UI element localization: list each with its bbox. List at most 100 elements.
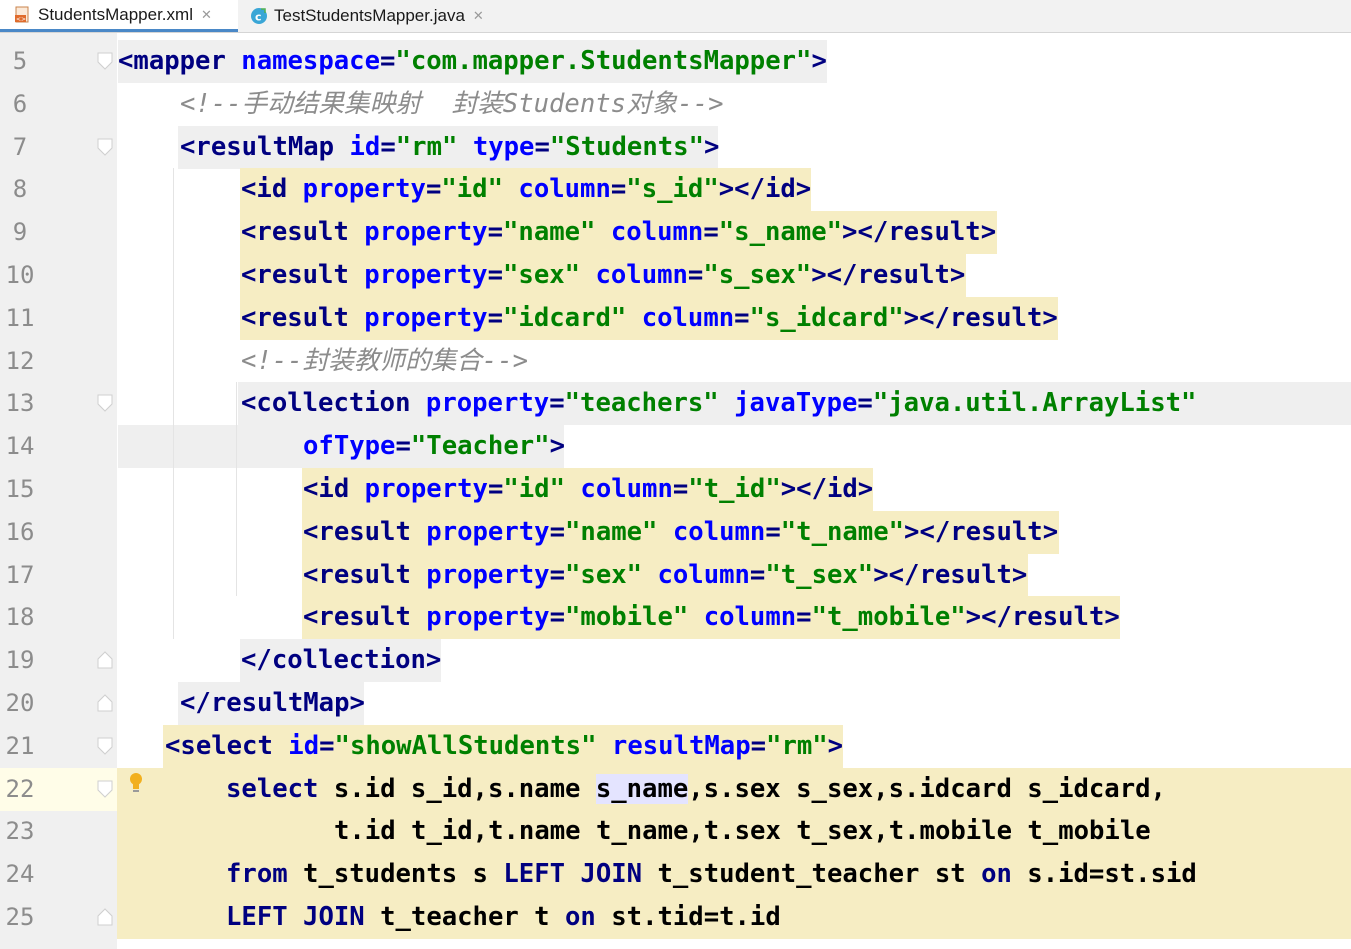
code-line[interactable]: <resultMap id="rm" type="Students"> xyxy=(180,126,719,169)
line-number: 20 xyxy=(5,689,35,717)
code-line[interactable]: </collection> xyxy=(241,639,441,682)
code-token: = xyxy=(319,730,335,761)
line-number: 22 xyxy=(5,774,35,803)
code-token: <id xyxy=(241,174,288,205)
indent-guide xyxy=(173,168,174,640)
code-line[interactable]: <!--封装教师的集合--> xyxy=(241,340,528,383)
code-token: "t_sex" xyxy=(765,559,874,590)
close-tab-icon[interactable]: ✕ xyxy=(201,7,212,23)
fold-marker-icon[interactable] xyxy=(96,650,114,670)
code-line[interactable]: <id property="id" column="t_id"></id> xyxy=(303,468,873,511)
code-token: resultMap xyxy=(611,730,751,761)
code-line[interactable]: </resultMap> xyxy=(180,682,365,725)
code-token: "idcard" xyxy=(503,302,627,333)
code-token: LEFT JOIN xyxy=(226,902,365,932)
code-token: ></result> xyxy=(904,516,1059,547)
code-token: <id xyxy=(303,474,350,504)
code-line[interactable]: <result property="idcard" column="s_idca… xyxy=(241,297,1058,340)
code-token: property xyxy=(302,174,426,205)
code-token: type xyxy=(472,131,535,162)
code-line[interactable]: <collection property="teachers" javaType… xyxy=(241,382,1196,425)
code-token: property xyxy=(425,388,550,419)
code-line[interactable]: <id property="id" column="s_id"></id> xyxy=(241,168,811,211)
tab-test-students-mapper-java[interactable]: c TestStudentsMapper.java ✕ xyxy=(250,0,520,32)
code-token: <result xyxy=(303,559,411,590)
code-token: <result xyxy=(241,302,349,333)
code-token: = xyxy=(487,302,503,333)
code-token: = xyxy=(687,260,704,290)
code-token: t_students s xyxy=(287,859,504,890)
svg-text:<>: <> xyxy=(16,16,26,23)
code-line[interactable]: <result property="name" column="t_name">… xyxy=(303,511,1058,554)
code-line[interactable]: <result property="name" column="s_name">… xyxy=(241,211,996,254)
editor-tab-bar: <> StudentsMapper.xml ✕ c TestStudentsMa… xyxy=(0,0,1351,33)
line-number: 19 xyxy=(5,646,35,675)
line-number: 10 xyxy=(5,261,35,289)
line-number: 14 xyxy=(5,432,35,461)
code-token: id xyxy=(349,131,381,162)
code-token: s.id s_id,s.name xyxy=(318,773,596,804)
line-number: 21 xyxy=(5,731,35,760)
code-editor[interactable]: 5 6 7 8 9 10 11 12 13 14 15 16 17 18 19 20 21 22 23 24 25 <m… xyxy=(0,33,1351,949)
code-line[interactable]: <result property="sex" column="t_sex"></… xyxy=(303,554,1027,597)
code-token: "id" xyxy=(441,174,503,205)
code-token: = xyxy=(534,131,550,162)
code-token: property xyxy=(364,302,488,333)
tab-students-mapper-xml[interactable]: <> StudentsMapper.xml ✕ xyxy=(0,0,238,32)
code-token: </collection> xyxy=(241,645,442,676)
code-token: s.id=st.sid xyxy=(1011,859,1197,890)
code-token: "s_sex" xyxy=(703,260,812,290)
code-token: = xyxy=(750,730,767,761)
code-line[interactable]: <!--手动结果集映射 封装Students对象--> xyxy=(180,83,723,126)
code-token: = xyxy=(672,474,689,504)
code-token: "teachers" xyxy=(564,388,719,419)
code-line[interactable]: <result property="mobile" column="t_mobi… xyxy=(303,596,1120,639)
code-token: column xyxy=(657,559,750,590)
code-token: = xyxy=(380,131,396,162)
code-token: "rm" xyxy=(766,730,828,761)
fold-marker-icon[interactable] xyxy=(96,736,114,756)
code-line[interactable]: from t_students s LEFT JOIN t_student_te… xyxy=(226,853,1197,896)
code-token: ></result> xyxy=(842,217,997,248)
fold-marker-icon[interactable] xyxy=(96,693,114,713)
code-line[interactable]: <mapper namespace="com.mapper.StudentsMa… xyxy=(118,40,827,83)
lightbulb-icon[interactable] xyxy=(128,772,144,798)
line-number: 24 xyxy=(5,860,35,889)
line-number: 5 xyxy=(12,47,28,75)
fold-marker-icon[interactable] xyxy=(96,907,114,927)
code-token: <!--封装教师的集合--> xyxy=(241,345,529,376)
code-token: on xyxy=(565,902,596,932)
code-token: = xyxy=(379,46,396,76)
code-line[interactable]: <select id="showAllStudents" resultMap="… xyxy=(165,725,843,768)
code-token: namespace xyxy=(241,46,380,76)
code-token: > xyxy=(549,431,565,462)
fold-marker-icon[interactable] xyxy=(96,393,114,413)
code-token: "sex" xyxy=(503,260,581,290)
svg-text:c: c xyxy=(255,11,262,24)
code-token: ></result> xyxy=(903,302,1058,333)
line-number: 18 xyxy=(5,603,35,632)
code-line[interactable]: ofType="Teacher"> xyxy=(303,425,565,468)
fold-marker-icon[interactable] xyxy=(96,779,114,799)
code-token: = xyxy=(549,602,565,633)
code-token: "Teacher" xyxy=(410,431,550,462)
code-token: column xyxy=(595,260,688,290)
code-token: "id" xyxy=(503,474,565,504)
code-line[interactable]: <result property="sex" column="s_sex"></… xyxy=(241,254,965,297)
close-tab-icon[interactable]: ✕ xyxy=(473,8,484,24)
fold-marker-icon[interactable] xyxy=(96,51,114,71)
fold-marker-icon[interactable] xyxy=(96,137,114,157)
code-line[interactable]: LEFT JOIN t_teacher t on st.tid=t.id xyxy=(226,896,781,939)
code-token: property xyxy=(364,260,488,290)
code-token: column xyxy=(580,474,673,504)
code-token: "com.mapper.StudentsMapper" xyxy=(395,46,812,76)
code-token: = xyxy=(425,174,442,205)
code-line[interactable]: t.id t_id,t.name t_name,t.sex t_sex,t.mo… xyxy=(334,810,1151,853)
tab-label: StudentsMapper.xml xyxy=(38,4,193,24)
code-line[interactable]: select s.id s_id,s.name s_name,s.sex s_s… xyxy=(226,768,1166,811)
code-token: > xyxy=(703,131,720,162)
